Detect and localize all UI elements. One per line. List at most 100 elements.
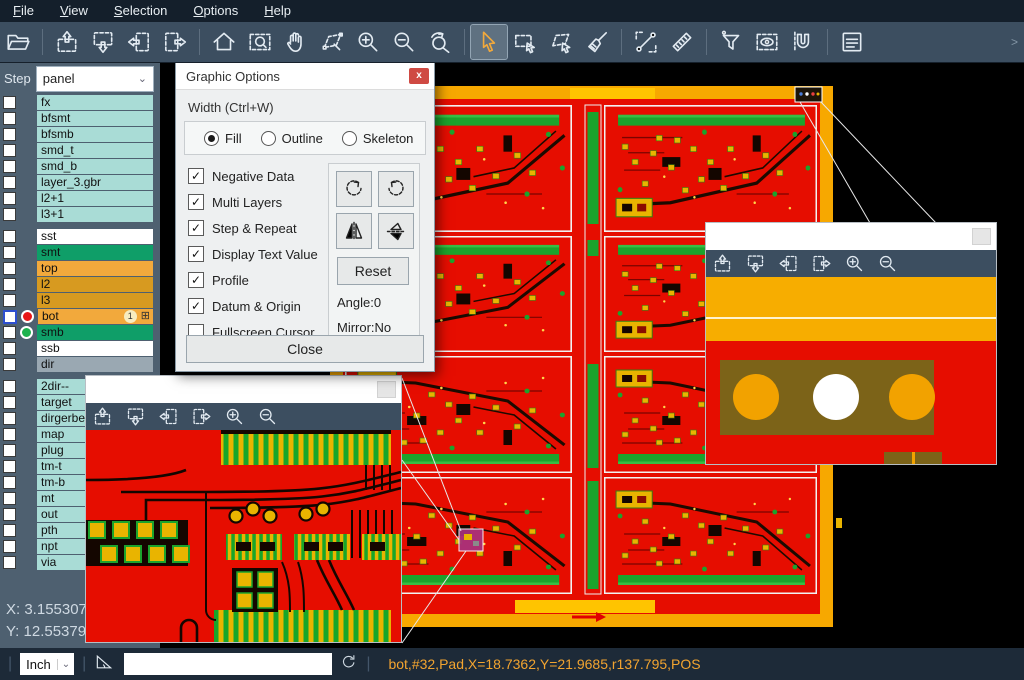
menu-view[interactable]: View	[47, 1, 101, 21]
pan-hand-button[interactable]	[278, 25, 314, 59]
flip-horizontal-button[interactable]	[336, 213, 372, 249]
layer-visibility-checkbox[interactable]	[3, 246, 16, 259]
move-down-button[interactable]	[85, 25, 121, 59]
step-repeat-grid-icon[interactable]: ⊞	[141, 310, 150, 323]
toolbar-overflow-chevron[interactable]: >	[1011, 35, 1018, 49]
layer-visibility-checkbox[interactable]	[3, 342, 16, 355]
radio-fill[interactable]: Fill	[198, 131, 242, 146]
menu-selection[interactable]: Selection	[101, 1, 180, 21]
refresh-icon[interactable]	[340, 653, 358, 676]
layer-label[interactable]: l2+1	[37, 191, 153, 206]
layer-visibility-checkbox[interactable]	[3, 508, 16, 521]
layer-visibility-checkbox[interactable]	[3, 444, 16, 457]
layer-label[interactable]: smd_b	[37, 159, 153, 174]
move-right-button[interactable]	[805, 251, 838, 277]
checkbox-box[interactable]: ✓	[188, 272, 204, 288]
open-folder-button[interactable]	[0, 25, 36, 59]
move-left-button[interactable]	[772, 251, 805, 277]
layer-row-smt[interactable]: smt	[0, 245, 160, 260]
zoom-in-button[interactable]	[838, 251, 871, 277]
command-input[interactable]	[124, 653, 332, 675]
radio-circle[interactable]	[261, 131, 276, 146]
zoom-previous-button[interactable]	[422, 25, 458, 59]
step-select[interactable]: panel ⌄	[36, 66, 154, 92]
layer-label[interactable]: bfsmt	[37, 111, 153, 126]
radio-outline[interactable]: Outline	[255, 131, 323, 146]
layer-label[interactable]: sst	[37, 229, 153, 244]
move-right-button[interactable]	[157, 25, 193, 59]
layer-label[interactable]: smb	[37, 325, 153, 340]
layer-label[interactable]: l3+1	[37, 207, 153, 222]
layer-visibility-checkbox[interactable]	[3, 556, 16, 569]
rotate-ccw-button[interactable]	[378, 171, 414, 207]
layer-row-smd_b[interactable]: smd_b	[0, 159, 160, 174]
layer-visibility-checkbox[interactable]	[3, 396, 16, 409]
layer-visibility-checkbox[interactable]	[3, 230, 16, 243]
radio-circle[interactable]	[342, 131, 357, 146]
measure-distance-button[interactable]	[628, 25, 664, 59]
magnifier-window-button[interactable]	[972, 228, 991, 245]
layer-visibility-checkbox[interactable]	[3, 192, 16, 205]
layer-label[interactable]: dir	[37, 357, 153, 372]
move-up-button[interactable]	[86, 404, 119, 430]
view-eye-button[interactable]	[749, 25, 785, 59]
select-rect-button[interactable]	[507, 25, 543, 59]
layer-visibility-checkbox[interactable]	[3, 208, 16, 221]
layer-row-bfsmb[interactable]: bfsmb	[0, 127, 160, 142]
layer-visibility-checkbox[interactable]	[3, 278, 16, 291]
layer-label[interactable]: fx	[37, 95, 153, 110]
zoom-object-button[interactable]	[314, 25, 350, 59]
checkbox-box[interactable]: ✓	[188, 194, 204, 210]
layer-visibility-checkbox[interactable]	[3, 524, 16, 537]
reset-button[interactable]: Reset	[337, 257, 409, 285]
measure-ruler-button[interactable]	[664, 25, 700, 59]
magnifier-view-traces[interactable]	[86, 430, 401, 642]
layer-visibility-checkbox[interactable]	[3, 476, 16, 489]
layer-visibility-checkbox[interactable]	[3, 128, 16, 141]
angle-mode-icon[interactable]	[94, 652, 114, 677]
layer-label[interactable]: bfsmb	[37, 127, 153, 142]
layer-visibility-checkbox[interactable]	[3, 492, 16, 505]
magnifier-source-top-right[interactable]	[795, 87, 822, 102]
zoom-in-button[interactable]	[218, 404, 251, 430]
layer-row-ssb[interactable]: ssb	[0, 341, 160, 356]
checkbox-multi-layers[interactable]: ✓Multi Layers	[188, 189, 328, 215]
magnifier-source-center[interactable]	[459, 529, 483, 551]
move-down-button[interactable]	[119, 404, 152, 430]
layer-label[interactable]: bot1⊞	[38, 309, 153, 324]
magnifier-window-button[interactable]	[377, 381, 396, 398]
checkbox-datum-origin[interactable]: ✓Datum & Origin	[188, 293, 328, 319]
layer-row-bfsmt[interactable]: bfsmt	[0, 111, 160, 126]
layer-visibility-checkbox[interactable]	[3, 460, 16, 473]
layer-visibility-checkbox[interactable]	[3, 428, 16, 441]
layer-list-button[interactable]	[834, 25, 870, 59]
layer-label[interactable]: l3	[37, 293, 153, 308]
layer-visibility-checkbox[interactable]	[3, 358, 16, 371]
zoom-in-button[interactable]	[350, 25, 386, 59]
checkbox-display-text-value[interactable]: ✓Display Text Value	[188, 241, 328, 267]
layer-row-sst[interactable]: sst	[0, 229, 160, 244]
radio-circle[interactable]	[204, 131, 219, 146]
move-up-button[interactable]	[706, 251, 739, 277]
layer-visibility-checkbox[interactable]	[3, 294, 16, 307]
layer-visibility-checkbox[interactable]	[3, 380, 16, 393]
flip-vertical-button[interactable]	[378, 213, 414, 249]
clean-brush-button[interactable]	[579, 25, 615, 59]
layer-row-dir[interactable]: dir	[0, 357, 160, 372]
filter-funnel-button[interactable]	[713, 25, 749, 59]
menu-help[interactable]: Help	[251, 1, 304, 21]
layer-visibility-checkbox[interactable]	[3, 96, 16, 109]
radio-skeleton[interactable]: Skeleton	[336, 131, 414, 146]
snap-magnet-button[interactable]	[785, 25, 821, 59]
layer-row-l3+1[interactable]: l3+1	[0, 207, 160, 222]
zoom-window-button[interactable]	[242, 25, 278, 59]
layer-row-l2+1[interactable]: l2+1	[0, 191, 160, 206]
layer-row-smb[interactable]: smb	[0, 325, 160, 340]
layer-label[interactable]: layer_3.gbr	[37, 175, 153, 190]
layer-label[interactable]: smt	[37, 245, 153, 260]
select-cursor-button[interactable]	[471, 25, 507, 59]
dialog-title-bar[interactable]: Graphic Options x	[176, 63, 434, 90]
dialog-close-button[interactable]: x	[409, 68, 429, 84]
move-left-button[interactable]	[152, 404, 185, 430]
layer-visibility-checkbox[interactable]	[3, 144, 16, 157]
